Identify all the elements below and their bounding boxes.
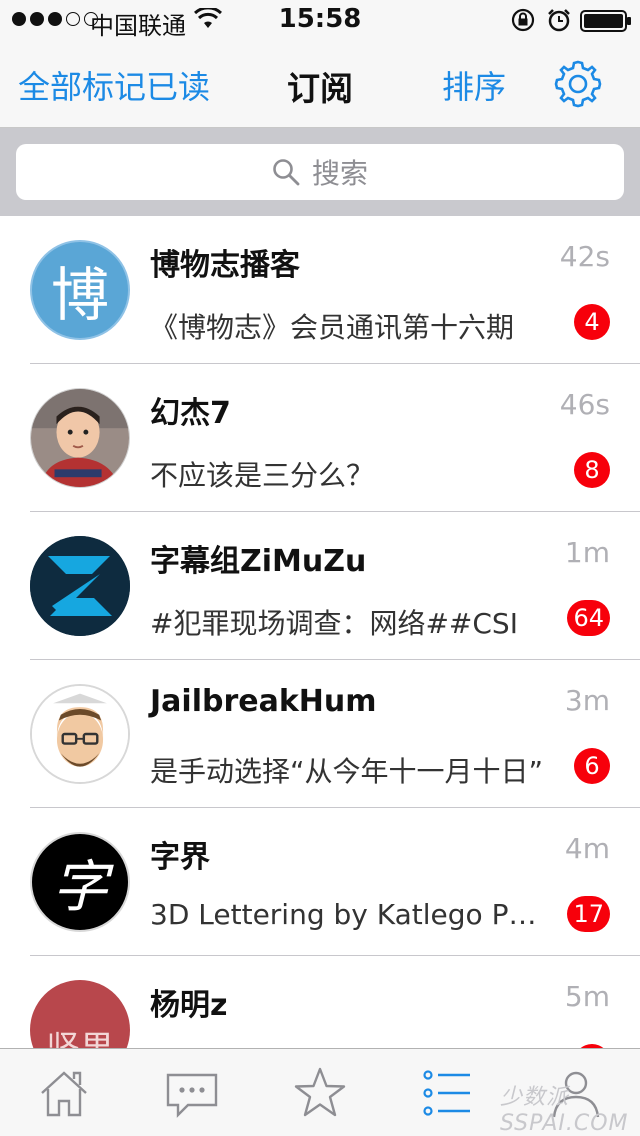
mark-all-read-button[interactable]: 全部标记已读 [18,62,210,108]
feed-name: 杨明z [150,988,228,1023]
avatar: 坚果 [30,980,130,1048]
avatar: 字 [30,832,130,932]
feed-row[interactable]: 博 博物志播客 42s 《博物志》会员通讯第十六期 4 [0,216,640,364]
zijie-logo: 字 [52,854,108,920]
cartoon-face [32,686,128,782]
feed-preview: 是手动选择“从今年十一月十日” [150,755,544,788]
avatar [30,388,130,488]
avatar: 博 [30,240,130,340]
list-icon[interactable] [420,1065,476,1121]
child-photo [31,389,129,487]
feed-preview: 不应该是三分么？ [150,459,375,492]
unread-badge: 6 [574,748,610,784]
feed-row[interactable]: JailbreakHum 3m 是手动选择“从今年十一月十日” 6 [0,660,640,808]
feed-time: 46s [559,388,610,421]
star-icon[interactable] [292,1065,348,1121]
zimuzu-logo [30,536,130,636]
gear-icon[interactable] [552,58,604,110]
feed-name: 字幕组ZiMuZu [150,544,367,579]
feed-preview: 3D Lettering by Katlego Phatlane [150,898,546,931]
unread-badge: 64 [567,600,610,636]
clock: 15:58 [278,4,362,34]
rotation-lock-icon [511,8,535,32]
feed-time: 1m [564,536,610,569]
navigation-bar: 全部标记已读 订阅 排序 [0,40,640,128]
feed-preview: #犯罪现场调查：网络##CSI [150,607,518,640]
feed-time: 3m [564,684,610,717]
search-icon [273,159,300,186]
feed-preview: 《博物志》会员通讯第十六期 [150,311,515,344]
feed-row[interactable]: 坚果 杨明z 5m [0,956,640,1048]
feed-time: 5m [564,980,610,1013]
tab-bar: 少数派 SSPAI.COM [0,1048,640,1136]
unread-badge: 8 [574,452,610,488]
sort-button[interactable]: 排序 [442,62,506,108]
feed-name: 幻杰7 [150,396,231,431]
avatar [30,684,130,784]
feed-row[interactable]: 字幕组ZiMuZu 1m #犯罪现场调查：网络##CSI 64 [0,512,640,660]
feed-time: 42s [559,240,610,273]
unread-badge: 17 [567,896,610,932]
messages-icon[interactable] [164,1065,220,1121]
feed-name: 博物志播客 [150,248,300,283]
search-input[interactable]: 搜索 [16,144,624,200]
alarm-icon [548,9,570,32]
home-icon[interactable] [36,1065,92,1121]
jianguo-logo: 坚果 [46,1021,114,1049]
unread-badge: 4 [574,304,610,340]
search-area: 搜索 [0,128,640,216]
bowuzhi-logo: 博 [50,261,109,329]
watermark: 少数派 SSPAI.COM [500,1085,629,1136]
feed-row[interactable]: 字 字界 4m 3D Lettering by Katlego Phatlane… [0,808,640,956]
feed-row[interactable]: 幻杰7 46s 不应该是三分么？ 8 [0,364,640,512]
search-placeholder: 搜索 [311,157,368,190]
battery-icon [580,10,631,32]
feed-list: 博 博物志播客 42s 《博物志》会员通讯第十六期 4 幻杰7 46s 不应该是… [0,216,640,1048]
feed-name: JailbreakHum [150,684,377,719]
feed-name: 字界 [150,840,210,875]
status-bar: 中国联通 15:58 [0,0,640,40]
feed-time: 4m [564,832,610,865]
avatar [30,536,130,636]
